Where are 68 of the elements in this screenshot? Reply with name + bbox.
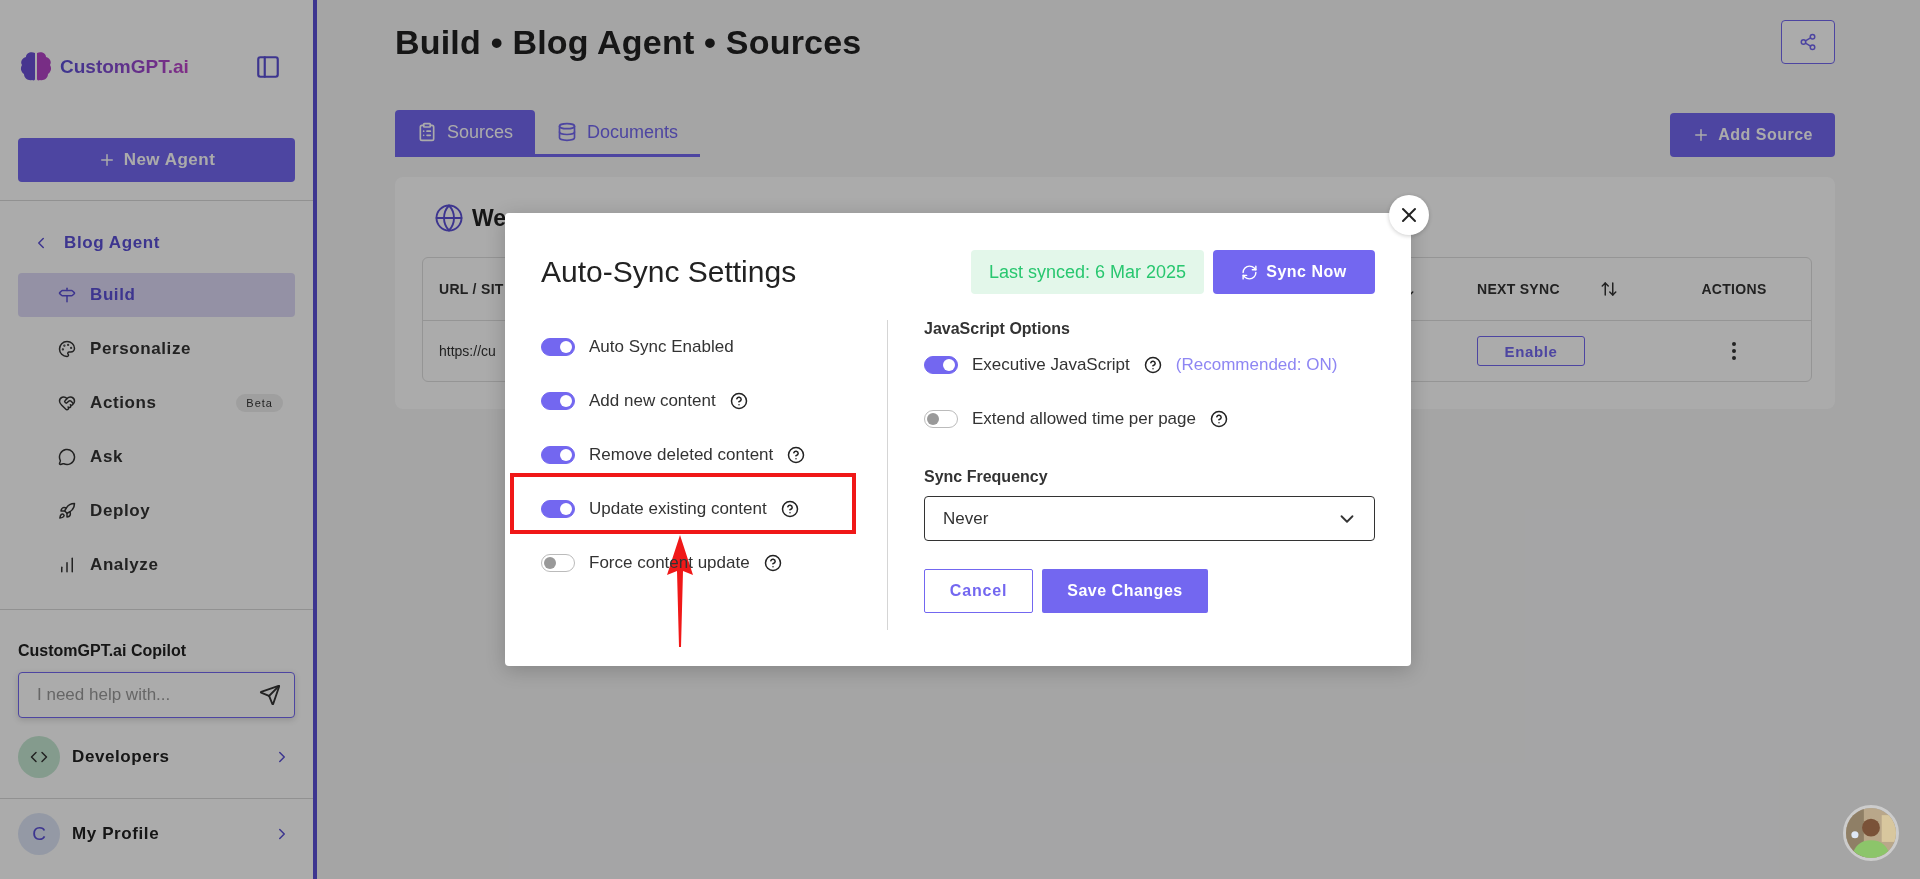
nav-item[interactable]: Ask [18, 435, 295, 479]
toggle-label: Add new content [589, 391, 716, 411]
toggle-label: Update existing content [589, 499, 767, 519]
share-button[interactable] [1781, 20, 1835, 64]
heart-handshake-icon [58, 394, 76, 412]
nav-item[interactable]: Actions Beta [18, 381, 295, 425]
page-title: Build • Blog Agent • Sources [395, 22, 862, 62]
send-icon[interactable] [259, 684, 281, 706]
chat-bubble-icon [58, 448, 76, 466]
toggle-switch[interactable] [541, 554, 575, 572]
copilot-title: CustomGPT.ai Copilot [18, 642, 187, 660]
card-title: We [472, 204, 507, 232]
enable-button[interactable]: Enable [1477, 336, 1585, 366]
new-agent-button[interactable]: New Agent [18, 138, 295, 182]
table-cell: https://cu [439, 343, 496, 359]
help-icon[interactable] [1210, 410, 1228, 428]
sidebar-toggle-icon[interactable] [255, 54, 281, 80]
help-icon[interactable] [763, 554, 782, 572]
cancel-button[interactable]: Cancel [924, 569, 1033, 613]
toggle-label: Extend allowed time per page [972, 409, 1196, 429]
profile-link[interactable]: C My Profile [18, 813, 291, 855]
rocket-icon [58, 502, 76, 520]
toggle-switch[interactable] [541, 392, 575, 410]
help-icon[interactable] [1143, 356, 1162, 374]
back-link[interactable]: Blog Agent [32, 223, 313, 263]
refresh-icon [1241, 263, 1259, 281]
help-icon[interactable] [780, 500, 799, 518]
column-header: NEXT SYNC [1477, 281, 1560, 297]
beta-badge: Beta [236, 394, 283, 412]
share-icon [1799, 33, 1817, 51]
column-header: ACTIONS [1701, 281, 1767, 297]
recommendation-note: (Recommended: ON) [1175, 355, 1338, 375]
toggle-switch[interactable] [924, 356, 958, 374]
sort-icon[interactable] [1599, 280, 1618, 298]
help-icon[interactable] [787, 446, 806, 464]
tab[interactable]: Documents [535, 110, 701, 154]
column-header: URL / SIT [439, 281, 504, 297]
copilot-input[interactable]: I need help with... [18, 672, 295, 718]
last-synced-badge: Last synced: 6 Mar 2025 [970, 250, 1204, 294]
database-icon [557, 122, 578, 142]
toggle-label: Executive JavaScript [972, 355, 1130, 375]
nav-item[interactable]: Build [18, 273, 295, 317]
add-source-button[interactable]: Add Source [1670, 113, 1835, 157]
clipboard-icon [417, 122, 437, 142]
help-icon[interactable] [729, 392, 748, 410]
tab[interactable]: Sources [395, 110, 536, 154]
section-title: JavaScript Options [924, 320, 1071, 338]
globe-icon [434, 203, 464, 233]
toggle-switch[interactable] [541, 446, 575, 464]
signpost-icon [58, 286, 76, 304]
nav-item[interactable]: Analyze [18, 543, 295, 587]
nav-item[interactable]: Personalize [18, 327, 295, 371]
palette-icon [58, 340, 76, 358]
toggle-switch[interactable] [541, 500, 575, 518]
bar-chart-icon [58, 556, 76, 574]
nav-item[interactable]: Deploy [18, 489, 295, 533]
dialog-title: Auto-Sync Settings [541, 255, 797, 289]
frequency-select[interactable]: Never [924, 496, 1375, 541]
developers-link[interactable]: Developers [18, 736, 291, 778]
profile-avatar: C [18, 813, 60, 855]
toggle-label: Remove deleted content [589, 445, 774, 465]
code-icon [18, 736, 60, 778]
toggle-switch[interactable] [541, 338, 575, 356]
sync-now-button[interactable]: Sync Now [1213, 250, 1375, 294]
toggle-label: Auto Sync Enabled [589, 337, 734, 357]
section-title: Sync Frequency [924, 468, 1049, 486]
toggle-switch[interactable] [924, 410, 958, 428]
save-button[interactable]: Save Changes [1042, 569, 1208, 613]
